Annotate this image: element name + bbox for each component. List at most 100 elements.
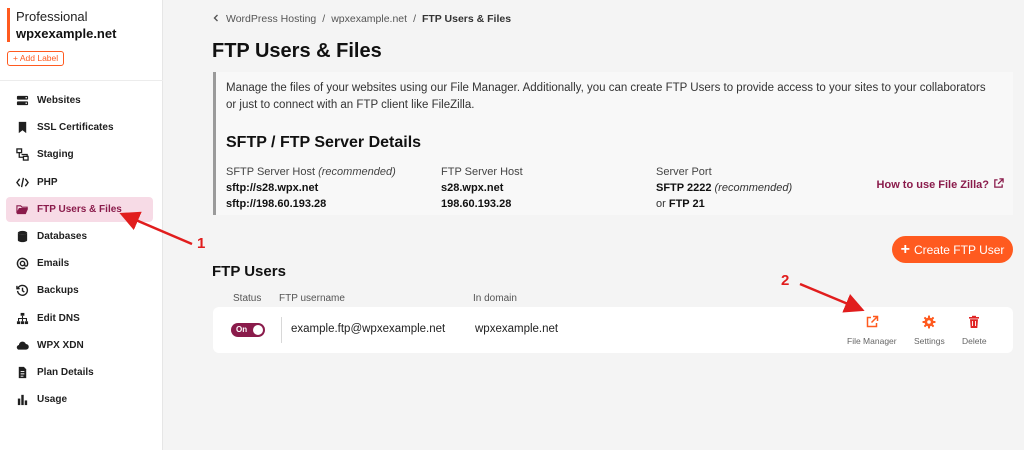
recommended-note: (recommended): [714, 182, 793, 194]
breadcrumb-item[interactable]: WordPress Hosting: [226, 13, 316, 25]
sidebar-item-label: Websites: [37, 95, 81, 106]
info-description: Manage the files of your websites using …: [226, 82, 986, 111]
sftp-port-line: SFTP 2222 (recommended): [656, 180, 792, 196]
sftp-host-label: SFTP Server Host (recommended): [226, 164, 396, 180]
delete-button[interactable]: Delete: [962, 315, 987, 346]
staging-icon: [15, 148, 29, 162]
sidebar-item-label: Plan Details: [37, 366, 94, 378]
server-details-title: SFTP / FTP Server Details: [226, 134, 422, 151]
table-row: On example.ftp@wpxexample.net wpxexample…: [213, 307, 1013, 353]
column-header-username: FTP username: [279, 293, 345, 304]
how-to-filezilla-link[interactable]: How to use File Zilla?: [877, 178, 1004, 192]
server-port-label: Server Port: [656, 166, 712, 178]
breadcrumb: WordPress Hosting / wpxexample.net / FTP…: [212, 13, 511, 25]
document-icon: [15, 365, 29, 379]
bar-chart-icon: [15, 393, 29, 407]
sidebar-item-label: Databases: [37, 230, 88, 242]
info-panel: Manage the files of your websites using …: [213, 72, 1013, 215]
folder-icon: [15, 202, 29, 216]
cloud-icon: [15, 338, 29, 352]
toggle-knob: [253, 325, 263, 335]
server-icon: [15, 94, 29, 108]
sidebar-item-label: SSL Certificates: [37, 122, 114, 134]
external-link-icon: [993, 178, 1004, 192]
page-title: FTP Users & Files: [212, 40, 382, 62]
sftp-port-value: SFTP 2222: [656, 182, 712, 194]
toggle-label: On: [236, 325, 248, 334]
ftp-users-title: FTP Users: [212, 263, 286, 280]
column-header-domain: In domain: [473, 293, 517, 304]
sidebar-item-staging[interactable]: Staging: [6, 142, 153, 167]
sitemap-icon: [15, 311, 29, 325]
sidebar-item-label: Emails: [37, 258, 70, 270]
sidebar-item-label: Backups: [37, 285, 79, 297]
server-port-column: Server Port SFTP 2222 (recommended) or F…: [656, 164, 792, 212]
ftp-host-column: FTP Server Host s28.wpx.net 198.60.193.2…: [441, 164, 523, 212]
create-ftp-user-button[interactable]: + Create FTP User: [892, 236, 1013, 263]
row-divider: [281, 317, 282, 343]
sidebar-item-backups[interactable]: Backups: [6, 278, 153, 303]
sftp-host-ip-value: sftp://198.60.193.28: [226, 198, 327, 210]
plus-icon: +: [900, 240, 910, 258]
ftp-host-ip-value: 198.60.193.28: [441, 198, 512, 210]
sidebar-item-emails[interactable]: Emails: [6, 251, 153, 276]
create-ftp-user-label: Create FTP User: [913, 242, 1005, 257]
how-to-filezilla-text: How to use File Zilla?: [876, 179, 989, 191]
add-label-button[interactable]: + Add Label: [7, 51, 65, 66]
sidebar-item-label: Staging: [37, 149, 74, 161]
chevron-left-icon[interactable]: [212, 13, 220, 25]
annotation-arrow-2: [799, 282, 865, 313]
sftp-host-label-text: SFTP Server Host: [226, 166, 316, 178]
or-text: or: [656, 198, 666, 210]
sidebar-divider: [0, 80, 163, 81]
sidebar-item-databases[interactable]: Databases: [6, 224, 153, 249]
gear-icon: [922, 315, 936, 336]
sidebar-nav: Websites SSL Certificates Staging PHP FT…: [6, 88, 153, 414]
sidebar-item-edit-dns[interactable]: Edit DNS: [6, 306, 153, 331]
sidebar-item-ftp-users-files[interactable]: FTP Users & Files: [6, 196, 153, 222]
column-header-status: Status: [233, 293, 262, 304]
sidebar-item-plan-details[interactable]: Plan Details: [6, 360, 153, 385]
sidebar-item-label: Edit DNS: [37, 312, 80, 324]
annotation-number-2: 2: [781, 272, 790, 289]
history-icon: [15, 284, 29, 298]
sidebar-item-label: PHP: [37, 176, 58, 188]
sidebar-item-usage[interactable]: Usage: [6, 387, 153, 412]
delete-label: Delete: [962, 336, 987, 346]
sidebar-item-ssl-certificates[interactable]: SSL Certificates: [6, 115, 153, 140]
database-icon: [15, 229, 29, 243]
sidebar-item-websites[interactable]: Websites: [6, 88, 153, 113]
at-icon: [15, 257, 29, 271]
code-icon: [15, 175, 29, 189]
trash-icon: [967, 315, 981, 336]
sidebar-item-label: Usage: [37, 394, 68, 406]
external-link-icon: [865, 315, 879, 336]
settings-label: Settings: [914, 336, 945, 346]
ftp-host-value: s28.wpx.net: [441, 182, 504, 194]
annotation-number-1: 1: [197, 235, 206, 252]
breadcrumb-current: FTP Users & Files: [421, 13, 512, 25]
breadcrumb-separator: /: [413, 13, 416, 25]
sidebar: Professional wpxexample.net + Add Label …: [0, 0, 163, 450]
sftp-host-value: sftp://s28.wpx.net: [226, 182, 319, 194]
file-manager-button[interactable]: File Manager: [847, 315, 897, 346]
breadcrumb-item[interactable]: wpxexample.net: [331, 13, 407, 25]
sftp-host-column: SFTP Server Host (recommended) sftp://s2…: [226, 164, 396, 212]
sidebar-item-label: WPX XDN: [37, 339, 84, 351]
sidebar-item-wpx-xdn[interactable]: WPX XDN: [6, 333, 153, 358]
settings-button[interactable]: Settings: [914, 315, 945, 346]
sidebar-item-label: FTP Users & Files: [37, 203, 122, 215]
account-plan: Professional: [16, 9, 88, 24]
ftp-user-domain: wpxexample.net: [475, 323, 559, 335]
file-manager-label: File Manager: [847, 336, 897, 346]
account-domain: wpxexample.net: [16, 26, 117, 41]
sidebar-item-php[interactable]: PHP: [6, 170, 153, 195]
breadcrumb-separator: /: [322, 13, 326, 25]
ftp-port-value: FTP 21: [668, 198, 705, 210]
ftp-port-line: or FTP 21: [656, 196, 792, 212]
recommended-note: (recommended): [318, 166, 396, 178]
ftp-host-label: FTP Server Host: [441, 166, 523, 178]
account-header: Professional wpxexample.net: [7, 8, 157, 42]
status-toggle[interactable]: On: [231, 323, 265, 337]
ftp-username: example.ftp@wpxexample.net: [291, 323, 446, 335]
